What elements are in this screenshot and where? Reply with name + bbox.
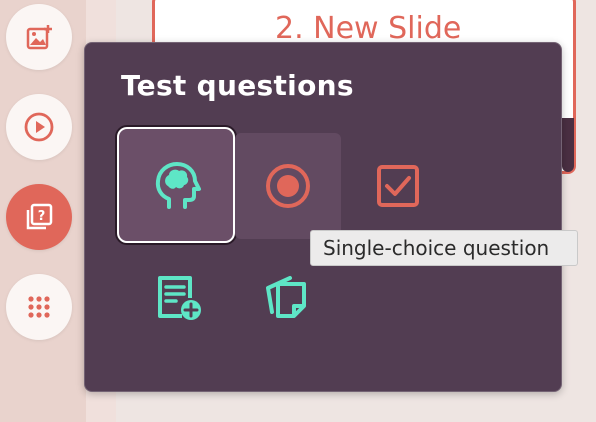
popup-title: Test questions — [121, 69, 354, 102]
multiple-choice-question-button[interactable] — [345, 133, 451, 239]
play-icon — [24, 112, 54, 142]
test-questions-popup: Test questions — [84, 42, 562, 392]
radio-button-icon — [266, 164, 310, 208]
question-library-icon: ? — [26, 203, 53, 230]
play-button[interactable] — [6, 94, 72, 160]
add-text-question-button[interactable] — [125, 245, 231, 351]
svg-text:?: ? — [38, 209, 46, 224]
single-choice-question-button[interactable] — [235, 133, 341, 239]
add-image-button[interactable] — [6, 4, 72, 70]
slide-title: 2. New Slide — [275, 11, 462, 46]
checkbox-icon — [377, 165, 419, 207]
document-add-icon — [158, 276, 201, 320]
brain-head-icon — [155, 162, 201, 209]
test-questions-button[interactable]: ? — [6, 184, 72, 250]
tooltip: Single-choice question — [310, 230, 578, 266]
open-question-button[interactable] — [117, 127, 235, 243]
slide-scrollbar[interactable] — [562, 118, 574, 172]
apps-grid-icon — [28, 296, 50, 318]
image-add-icon — [26, 25, 52, 50]
more-apps-button[interactable] — [6, 274, 72, 340]
stacked-cards-icon — [266, 276, 306, 318]
